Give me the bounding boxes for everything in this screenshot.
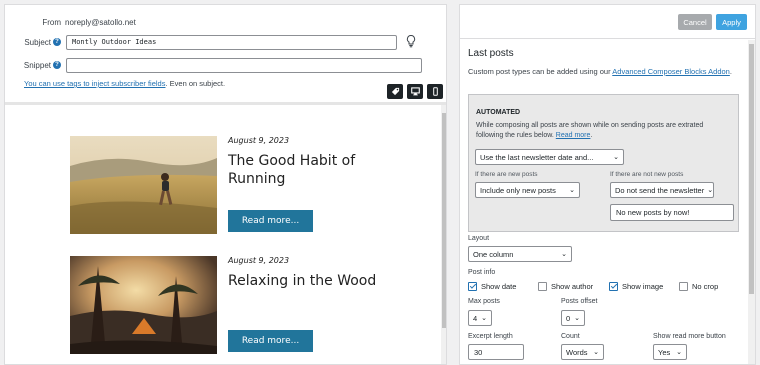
preview-scrollbar-thumb[interactable] <box>442 113 446 328</box>
desktop-icon[interactable] <box>407 84 423 99</box>
chevron-down-icon: ⌄ <box>569 187 575 194</box>
automated-heading: AUTOMATED <box>476 109 521 116</box>
snippet-input[interactable] <box>66 57 422 73</box>
subject-label: Subject <box>24 37 51 47</box>
show-image-checkbox[interactable]: Show image <box>609 282 663 291</box>
post-date: August 9, 2023 <box>228 256 290 265</box>
post-item: August 9, 2023 The Good Habit of Running… <box>70 136 370 236</box>
cancel-button[interactable]: Cancel <box>678 14 712 30</box>
max-posts-label: Max posts <box>468 298 500 305</box>
no-new-posts-select[interactable]: Do not send the newsletter ⌄ <box>610 182 714 198</box>
tags-help: You can use tags to inject subscriber fi… <box>24 79 226 88</box>
read-more-button[interactable]: Read more... <box>228 330 313 352</box>
chevron-down-icon: ⌄ <box>593 349 599 356</box>
layout-select[interactable]: One column ⌄ <box>468 246 572 262</box>
show-read-more-select[interactable]: Yes ⌄ <box>653 344 687 360</box>
composer-area: From noreply@satollo.net Subject ? Montl… <box>4 4 447 365</box>
post-date: August 9, 2023 <box>228 136 290 145</box>
new-posts-select[interactable]: Include only new posts ⌄ <box>475 182 580 198</box>
panel-description: Custom post types can be added using our… <box>468 67 732 76</box>
read-more-link[interactable]: Read more <box>556 132 591 139</box>
posts-offset-select[interactable]: 0 ⌄ <box>561 310 585 326</box>
no-new-posts-text-input[interactable]: No new posts by now! <box>610 204 734 221</box>
automated-description: While composing all posts are shown whil… <box>476 122 704 139</box>
panel-title: Last posts <box>468 48 514 59</box>
last-posts-options: Last posts Custom post types can be adde… <box>460 40 748 364</box>
snippet-label: Snippet <box>23 60 51 70</box>
excerpt-length-label: Excerpt length <box>468 333 513 340</box>
rule-select[interactable]: Use the last newsletter date and... ⌄ <box>475 149 624 165</box>
chevron-down-icon: ⌄ <box>561 251 567 258</box>
preview-scrollbar[interactable] <box>441 105 446 364</box>
mobile-icon[interactable] <box>427 84 443 99</box>
panel-scrollbar-thumb[interactable] <box>749 44 754 294</box>
read-more-button[interactable]: Read more... <box>228 210 313 232</box>
apply-button[interactable]: Apply <box>716 14 747 30</box>
chevron-down-icon: ⌄ <box>707 187 714 194</box>
post-title[interactable]: Relaxing in the Wood <box>228 272 378 290</box>
tags-help-link[interactable]: You can use tags to inject subscriber fi… <box>24 79 165 88</box>
lightbulb-icon[interactable] <box>405 34 417 48</box>
checkbox-box[interactable] <box>679 282 688 291</box>
panel-scrollbar[interactable] <box>748 40 755 364</box>
post-item: August 9, 2023 Relaxing in the Wood Read… <box>70 256 376 356</box>
excerpt-length-input[interactable]: 30 <box>468 344 524 360</box>
automated-section: AUTOMATED While composing all posts are … <box>468 94 739 232</box>
email-header: From noreply@satollo.net Subject ? Montl… <box>5 5 446 102</box>
chevron-down-icon: ⌄ <box>676 349 682 356</box>
check-icon <box>469 282 476 289</box>
checkbox-box[interactable] <box>468 282 477 291</box>
panel-toolbar: Cancel Apply <box>460 5 755 39</box>
post-image-running <box>70 136 217 234</box>
help-icon[interactable]: ? <box>53 38 61 46</box>
newsletter-preview: August 9, 2023 The Good Habit of Running… <box>5 105 441 364</box>
posts-offset-label: Posts offset <box>561 298 598 305</box>
block-settings-panel: Cancel Apply Last posts Custom post type… <box>459 4 756 365</box>
subject-input[interactable]: Montly Outdoor Ideas <box>66 34 397 50</box>
no-new-posts-label: If there are not new posts <box>610 171 684 178</box>
checkbox-box[interactable] <box>538 282 547 291</box>
count-label: Count <box>561 333 580 340</box>
addon-link[interactable]: Advanced Composer Blocks Addon <box>612 67 730 76</box>
max-posts-select[interactable]: 4 ⌄ <box>468 310 492 326</box>
count-select[interactable]: Words ⌄ <box>561 344 604 360</box>
from-value: noreply@satollo.net <box>65 17 136 27</box>
no-crop-checkbox[interactable]: No crop <box>679 282 718 291</box>
post-info-label: Post info <box>468 269 496 276</box>
post-image-camping <box>70 256 217 354</box>
new-posts-label: If there are new posts <box>475 171 538 178</box>
check-icon <box>610 282 617 289</box>
tag-icon[interactable] <box>387 84 403 99</box>
chevron-down-icon: ⌄ <box>481 315 487 322</box>
post-title[interactable]: The Good Habit of Running <box>228 152 378 188</box>
help-icon[interactable]: ? <box>53 61 61 69</box>
from-label: From <box>42 17 61 27</box>
show-author-checkbox[interactable]: Show author <box>538 282 593 291</box>
layout-label: Layout <box>468 235 490 242</box>
chevron-down-icon: ⌄ <box>574 315 580 322</box>
show-date-checkbox[interactable]: Show date <box>468 282 516 291</box>
checkbox-box[interactable] <box>609 282 618 291</box>
show-read-more-label: Show read more button <box>653 333 726 340</box>
chevron-down-icon: ⌄ <box>613 154 619 161</box>
